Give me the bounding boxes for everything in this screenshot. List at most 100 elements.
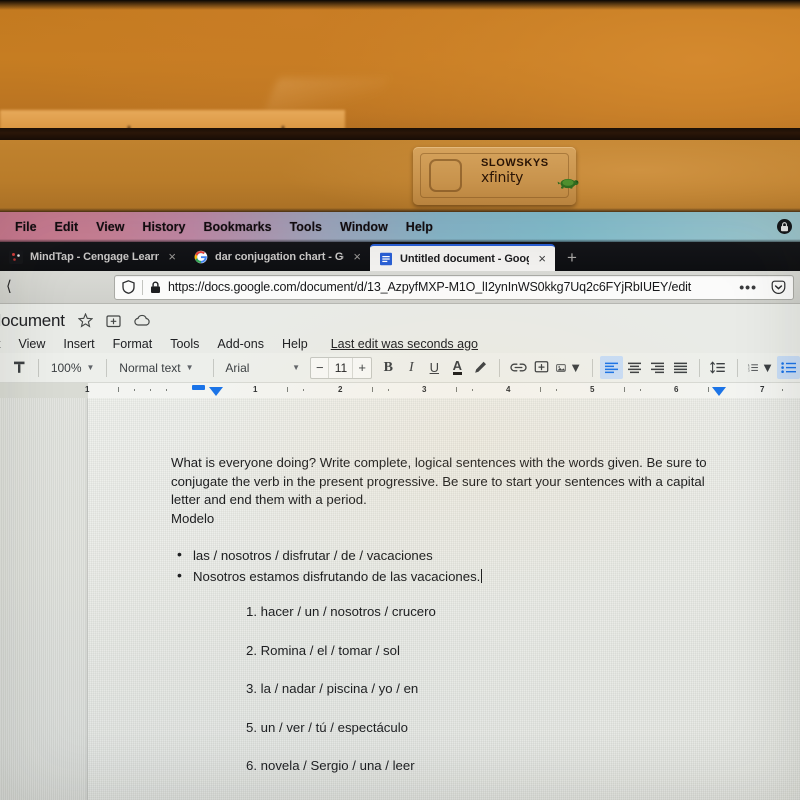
padlock-icon[interactable]: [150, 281, 161, 294]
page-actions-overflow-icon[interactable]: •••: [739, 279, 757, 295]
webcam-cover-sticker: SLOWSKYS xfinity: [413, 147, 579, 205]
font-size-stepper[interactable]: − 11 +: [310, 356, 372, 379]
lock-icon[interactable]: [777, 219, 792, 234]
app-menu-view[interactable]: View: [87, 212, 133, 242]
numbered-list-icon[interactable]: 1 2 3 ▼: [745, 356, 777, 379]
bullet-text-prompt: las / nosotros / disfrutar / de / vacaci…: [193, 548, 433, 563]
app-menu-window[interactable]: Window: [331, 212, 397, 242]
browser-navigation-bar: ⟨ https://docs.google.com/document/d/13_…: [0, 271, 800, 304]
star-icon[interactable]: [77, 313, 93, 328]
bold-button[interactable]: B: [377, 356, 400, 379]
new-tab-button[interactable]: +: [555, 244, 589, 271]
mindtap-favicon: [9, 249, 23, 264]
move-to-folder-icon[interactable]: [106, 314, 121, 328]
docs-title-row: d document: [0, 308, 800, 333]
first-line-indent-marker[interactable]: [209, 387, 223, 396]
document-canvas[interactable]: What is everyone doing? Write complete, …: [0, 398, 800, 800]
bulleted-list-icon[interactable]: [777, 356, 800, 379]
chevron-down-icon: ▼: [86, 363, 95, 372]
docs-menu-format[interactable]: Format: [104, 337, 162, 351]
tab-title-dar-conjugation: dar conjugation chart - Google: [215, 250, 344, 263]
docs-menu-help[interactable]: Help: [273, 337, 317, 351]
browser-tab-untitled-document[interactable]: Untitled document - Google Doc ×: [370, 244, 555, 271]
line-spacing-icon[interactable]: [707, 356, 730, 379]
tab-close-untitled-document[interactable]: ×: [538, 252, 546, 265]
font-size-decrease-button[interactable]: −: [311, 358, 328, 378]
ruler-number: 5: [590, 385, 595, 394]
ruler-number: 2: [338, 385, 343, 394]
tab-title-untitled-document: Untitled document - Google Doc: [400, 252, 530, 265]
cloud-saved-icon[interactable]: [134, 314, 151, 327]
browser-tab-mindtap[interactable]: MindTap - Cengage Learning ×: [0, 242, 185, 271]
text-color-button[interactable]: A: [446, 356, 469, 379]
app-menu-tools[interactable]: Tools: [281, 212, 331, 242]
docs-menu-add-ons[interactable]: Add-ons: [208, 337, 273, 351]
align-right-icon[interactable]: [646, 356, 669, 379]
tab-title-mindtap: MindTap - Cengage Learning: [30, 250, 160, 263]
font-family-dropdown[interactable]: Arial ▼: [220, 356, 305, 379]
docs-menu-edit-partial[interactable]: t: [0, 337, 9, 351]
instructions-line-2: conjugate the verb in the present progre…: [171, 473, 705, 489]
app-menu-file[interactable]: File: [6, 212, 46, 242]
list-item: 2. Romina / el / tomar / sol: [246, 642, 400, 658]
add-comment-icon[interactable]: [530, 356, 553, 379]
underline-button[interactable]: U: [423, 356, 446, 379]
tab-close-dar-conjugation[interactable]: ×: [353, 250, 361, 263]
ruler-number: 3: [422, 385, 427, 394]
docs-ruler[interactable]: 1 1 2 3 4 5 6 7: [0, 383, 800, 398]
link-icon[interactable]: [507, 356, 530, 379]
laptop-screen: File Edit View History Bookmarks Tools W…: [0, 212, 800, 800]
chevron-down-icon: ▼: [185, 363, 194, 372]
exercise-numbered-list[interactable]: 1. hacer / un / nosotros / crucero 2. Ro…: [246, 604, 740, 797]
turtle-icon: [557, 178, 579, 189]
last-edit-status[interactable]: Last edit was seconds ago: [331, 337, 478, 351]
document-body-text[interactable]: What is everyone doing? Write complete, …: [171, 454, 722, 587]
back-button-partial[interactable]: ⟨: [6, 278, 22, 296]
zoom-level-value: 100%: [50, 360, 82, 375]
instructions-line-3: letter and end them with a period.: [171, 492, 367, 507]
application-menu-bar: File Edit View History Bookmarks Tools W…: [0, 212, 800, 242]
text-color-label: A: [452, 358, 462, 375]
address-bar-url[interactable]: https://docs.google.com/document/d/13_Az…: [168, 280, 732, 294]
align-justify-icon[interactable]: [669, 356, 692, 379]
shield-icon[interactable]: [122, 280, 135, 294]
app-menu-help[interactable]: Help: [397, 212, 442, 242]
insert-image-icon[interactable]: ▼: [553, 356, 585, 379]
app-menu-bookmarks[interactable]: Bookmarks: [195, 212, 281, 242]
address-bar[interactable]: https://docs.google.com/document/d/13_Az…: [114, 274, 794, 300]
chevron-down-icon: ▼: [569, 360, 583, 375]
italic-button[interactable]: I: [400, 356, 423, 379]
document-title[interactable]: d document: [0, 311, 65, 331]
app-menu-edit[interactable]: Edit: [46, 212, 88, 242]
docs-menu-insert[interactable]: Insert: [54, 337, 103, 351]
list-item: 5. un / ver / tú / espectáculo: [246, 719, 409, 735]
document-page[interactable]: What is everyone doing? Write complete, …: [88, 398, 800, 800]
font-size-value[interactable]: 11: [328, 357, 354, 378]
app-menu-history[interactable]: History: [133, 212, 194, 242]
docs-menu-view[interactable]: View: [9, 337, 54, 351]
font-size-increase-button[interactable]: +: [353, 358, 370, 378]
font-family-value: Arial: [225, 360, 250, 375]
canvas-left-margin-area: [0, 398, 88, 800]
pocket-icon[interactable]: [771, 280, 786, 295]
list-item: 1. hacer / un / nosotros / crucero: [246, 604, 436, 619]
ruler-number: 7: [760, 385, 765, 394]
paragraph-style-value: Normal text: [119, 360, 181, 375]
docs-toolbar: 100% ▼ Normal text ▼ Arial ▼ − 11 + B I …: [0, 353, 800, 383]
highlighter-icon[interactable]: [469, 356, 492, 379]
bold-label: B: [383, 359, 393, 375]
laptop-photo-screenshot: SLOWSKYS xfinity File Edit View History …: [0, 0, 800, 800]
align-left-icon[interactable]: [599, 356, 623, 379]
docs-menu-tools[interactable]: Tools: [161, 337, 208, 351]
ruler-tick-marks: 1 1 2 3 4 5 6 7: [0, 383, 800, 398]
tab-close-mindtap[interactable]: ×: [168, 250, 176, 263]
zoom-level-dropdown[interactable]: 100% ▼: [46, 356, 100, 379]
left-indent-marker[interactable]: [192, 385, 205, 390]
browser-tab-dar-conjugation[interactable]: dar conjugation chart - Google ×: [185, 242, 370, 271]
chevron-down-icon: ▼: [761, 360, 775, 375]
paragraph-style-dropdown[interactable]: Normal text ▼: [114, 356, 205, 379]
right-indent-marker[interactable]: [712, 387, 726, 396]
align-center-icon[interactable]: [623, 356, 646, 379]
underline-label: U: [429, 360, 439, 375]
paint-format-icon[interactable]: [8, 356, 31, 379]
